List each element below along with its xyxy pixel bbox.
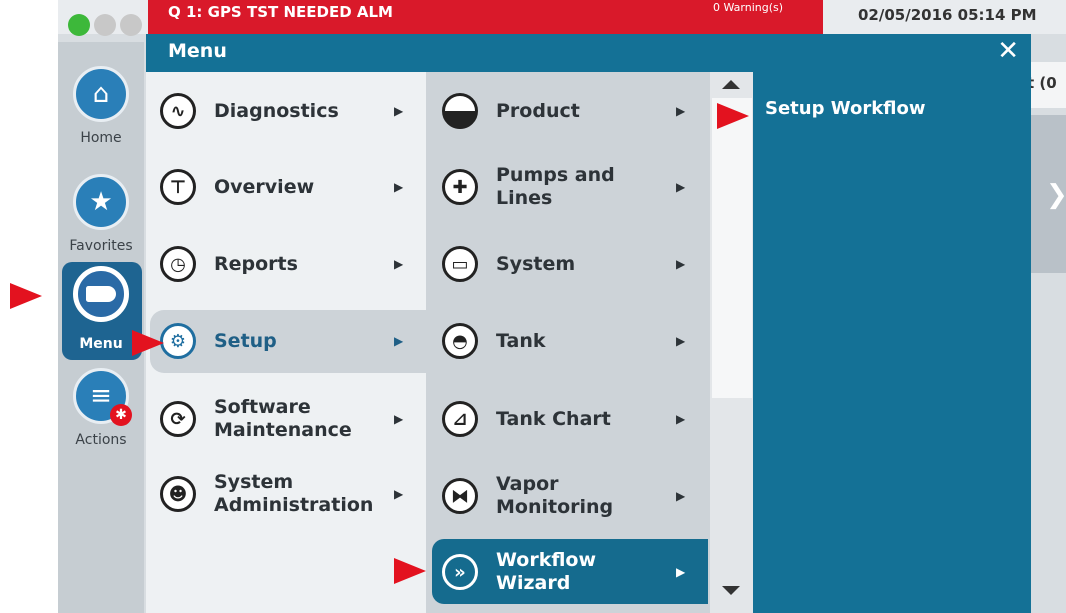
close-icon[interactable]: ✕ — [997, 36, 1019, 66]
menu-item-tank[interactable]: ◓ Tank ▶ — [432, 310, 706, 372]
menu-item-label: Tank Chart — [496, 407, 611, 430]
scroll-up-icon[interactable] — [722, 80, 740, 89]
chevron-right-icon: ▶ — [676, 565, 686, 579]
menu-item-label: System — [496, 252, 576, 275]
menu-item-label: Setup — [214, 329, 277, 352]
chevron-right-icon: ▶ — [676, 334, 686, 348]
menu-item-label: System Administration — [214, 471, 374, 516]
product-icon — [442, 93, 478, 129]
chevron-right-icon: ▶ — [394, 412, 404, 426]
menu-item-label: Pumps and Lines — [496, 164, 615, 209]
system-icon: ▭ — [442, 246, 478, 282]
menu-item-label: Workflow Wizard — [496, 549, 597, 594]
menu-item-diagnostics[interactable]: ∿ Diagnostics ▶ — [150, 80, 424, 142]
menu-item-label: Tank — [496, 329, 546, 352]
chevron-right-icon: ▶ — [676, 104, 686, 118]
wizard-icon: » — [442, 554, 478, 590]
alert-badge-icon: ✱ — [110, 404, 132, 426]
star-icon: ★ — [73, 174, 129, 230]
chevron-right-icon: ▶ — [676, 489, 686, 503]
warning-count[interactable]: 0 Warning(s) — [713, 1, 783, 14]
menu-item-pumps-and-lines[interactable]: ✚ Pumps and Lines ▶ — [432, 156, 706, 218]
chevron-right-icon: ▶ — [394, 180, 404, 194]
pointer-arrow-icon — [10, 283, 42, 309]
menu-item-system[interactable]: ▭ System ▶ — [432, 233, 706, 295]
chart-icon: ⊿ — [442, 401, 478, 437]
admin-icon: ☻ — [160, 476, 196, 512]
sidebar-item-label: Favorites — [69, 238, 133, 254]
scroll-track[interactable] — [712, 98, 752, 398]
sidebar-item-actions[interactable]: ≡ ✱ Actions — [58, 368, 144, 466]
menu-item-label: Reports — [214, 252, 298, 275]
window-dot-grey — [120, 14, 142, 36]
pointer-arrow-icon — [132, 330, 164, 356]
vapor-icon: ⧓ — [442, 478, 478, 514]
menu-item-software-maintenance[interactable]: ⟳ Software Maintenance ▶ — [150, 388, 424, 450]
chevron-right-icon: ▶ — [676, 257, 686, 271]
chevron-right-icon: ▶ — [394, 334, 404, 348]
gear-icon: ⚙ — [160, 323, 196, 359]
menu-item-label: Software Maintenance — [214, 396, 352, 441]
menu-icon — [73, 266, 129, 322]
sidebar-item-favorites[interactable]: ★ Favorites — [58, 174, 144, 272]
menu-item-vapor-monitoring[interactable]: ⧓ Vapor Monitoring ▶ — [432, 465, 706, 527]
menu-item-label: Product — [496, 99, 580, 122]
menu-item-setup-workflow[interactable]: Setup Workflow — [765, 98, 926, 119]
chevron-right-icon: ▶ — [394, 104, 404, 118]
menu-item-label: Vapor Monitoring — [496, 473, 614, 518]
menu-item-reports[interactable]: ◷ Reports ▶ — [150, 233, 424, 295]
chevron-right-icon: ▶ — [394, 257, 404, 271]
home-icon: ⌂ — [73, 66, 129, 122]
menu-item-tank-chart[interactable]: ⊿ Tank Chart ▶ — [432, 388, 706, 450]
menu-item-overview[interactable]: ⊤ Overview ▶ — [150, 156, 424, 218]
sidebar-item-label: Actions — [75, 432, 127, 448]
sidebar-item-home[interactable]: ⌂ Home — [58, 66, 144, 164]
menu-item-system-administration[interactable]: ☻ System Administration ▶ — [150, 463, 424, 525]
menu-item-setup[interactable]: ⚙ Setup ▶ — [150, 310, 424, 372]
menu-item-label: Overview — [214, 175, 315, 198]
diagnostics-icon: ∿ — [160, 93, 196, 129]
chevron-right-icon: ▶ — [676, 180, 686, 194]
menu-title-bar: Menu ✕ — [146, 34, 1031, 72]
sync-icon: ⟳ — [160, 401, 196, 437]
chevron-right-icon: ▶ — [676, 412, 686, 426]
menu-item-workflow-wizard[interactable]: » Workflow Wizard ▶ — [432, 541, 706, 603]
window-dot-grey — [94, 14, 116, 36]
status-bar: Q 1: GPS TST NEEDED ALM 0 Warning(s) 02/… — [58, 0, 1066, 34]
date-time: 02/05/2016 05:14 PM — [858, 6, 1037, 24]
chevron-right-icon: ▶ — [394, 487, 404, 501]
menu-item-product[interactable]: Product ▶ — [432, 80, 706, 142]
scroll-down-icon[interactable] — [722, 586, 740, 595]
reports-icon: ◷ — [160, 246, 196, 282]
menu-item-label: Diagnostics — [214, 99, 339, 122]
menu-title: Menu — [168, 40, 227, 62]
menu-column-3 — [753, 72, 1031, 613]
sidebar-item-label: Home — [80, 130, 122, 146]
overview-icon: ⊤ — [160, 169, 196, 205]
alarm-text: Q 1: GPS TST NEEDED ALM — [168, 3, 393, 21]
pointer-arrow-icon — [394, 558, 426, 584]
window-dot-green — [68, 14, 90, 36]
pointer-arrow-icon — [717, 103, 749, 129]
pump-icon: ✚ — [442, 169, 478, 205]
tank-icon: ◓ — [442, 323, 478, 359]
chevron-right-icon: ❯ — [1046, 180, 1066, 210]
